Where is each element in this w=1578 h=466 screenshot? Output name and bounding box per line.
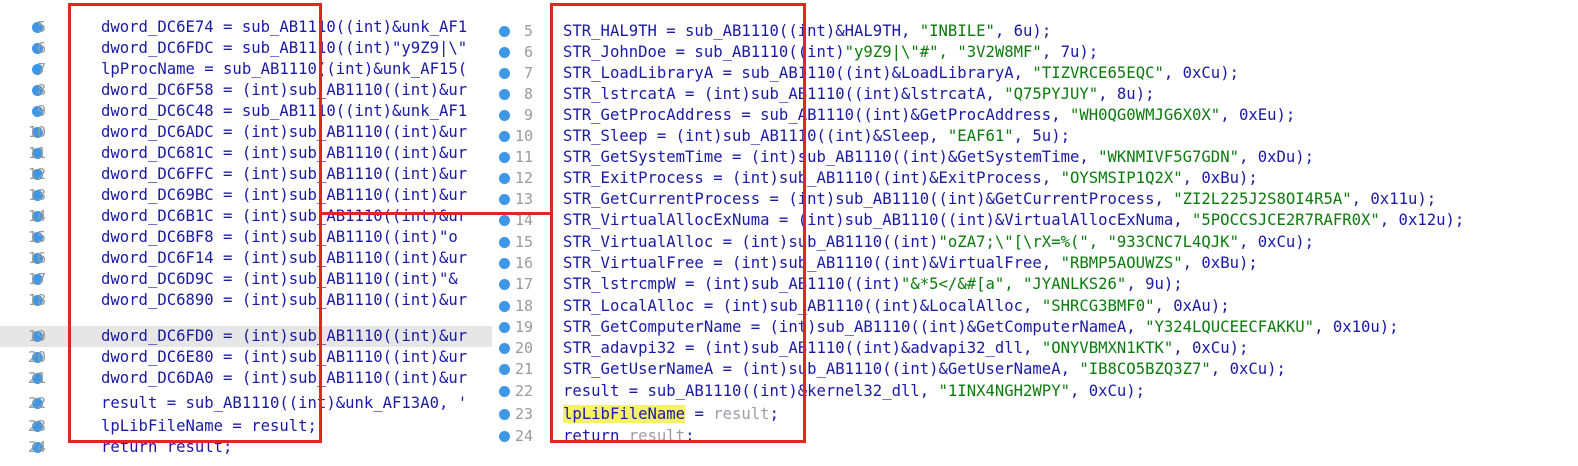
string-literal: "IB8CO5BZQ3Z7"	[1079, 360, 1211, 378]
line-number: 15	[27, 228, 46, 246]
line-number: 10	[27, 123, 46, 141]
line-number: 6	[36, 39, 46, 57]
line-number: 10	[514, 127, 533, 145]
line-number: 24	[27, 438, 46, 456]
line-number: 9	[36, 102, 46, 120]
line-number: 20	[27, 348, 46, 366]
line-number: 19	[27, 327, 46, 345]
line-number: 16	[514, 254, 533, 272]
annotation-frame-right	[550, 3, 806, 443]
line-number: 23	[514, 405, 533, 423]
line-number: 14	[27, 207, 46, 225]
string-literal: "WKNMIVF5G7GDN"	[1098, 148, 1239, 166]
line-number: 15	[514, 233, 533, 251]
line-number: 11	[27, 144, 46, 162]
line-number: 19	[514, 318, 533, 336]
line-number: 5	[523, 22, 533, 40]
line-number: 7	[523, 64, 533, 82]
line-number: 8	[36, 81, 46, 99]
line-number: 22	[27, 394, 46, 412]
line-number: 24	[514, 427, 533, 445]
line-number: 17	[514, 275, 533, 293]
string-literal: "TIZVRCE65EQC"	[1032, 64, 1164, 82]
line-number: 7	[36, 60, 46, 78]
string-literal: "oZA7;\"[\rX=%(", "933CNC7L4QJK"	[938, 233, 1239, 251]
line-number: 21	[27, 369, 46, 387]
line-number: 11	[514, 148, 533, 166]
string-literal: "Q75PYJUY"	[1004, 85, 1099, 103]
string-literal: "OYSMSIP1Q2X"	[1060, 169, 1183, 187]
line-number: 20	[514, 339, 533, 357]
string-literal: "5POCCSJCE2R7RAFR0X"	[1192, 211, 1380, 229]
line-number: 13	[514, 190, 533, 208]
string-literal: "Y324LQUCEECFAKKU"	[1145, 318, 1315, 336]
line-number: 16	[27, 249, 46, 267]
line-number: 12	[514, 169, 533, 187]
string-literal: "WH0QG0WMJG6X0X"	[1069, 106, 1221, 124]
string-literal: "RBMP5AOUWZS"	[1060, 254, 1183, 272]
string-literal: "INBILE"	[919, 22, 995, 40]
annotation-connector	[319, 212, 553, 226]
string-literal: "ZI2L225J2S8OI4R5A"	[1173, 190, 1352, 208]
line-number: 23	[27, 417, 46, 435]
line-number: 18	[514, 297, 533, 315]
line-number: 5	[36, 18, 46, 36]
string-literal: "ONYVBMXN1KTK"	[1041, 339, 1174, 357]
line-number: 21	[514, 360, 533, 378]
string-literal: "EAF61"	[947, 127, 1014, 145]
string-literal: "&*5</&#[a", "JYANLKS26"	[900, 275, 1127, 293]
line-number: 9	[523, 106, 533, 124]
line-number: 13	[27, 186, 46, 204]
line-number: 6	[523, 43, 533, 61]
string-literal: "y9Z9|\"#", "3V2W8MF"	[844, 43, 1042, 61]
line-number: 22	[514, 382, 533, 400]
string-literal: "SHRCG3BMF0"	[1041, 297, 1155, 315]
line-number: 17	[27, 270, 46, 288]
string-literal: "1INX4NGH2WPY"	[938, 382, 1070, 400]
line-number: 12	[27, 165, 46, 183]
line-number: 8	[523, 85, 533, 103]
annotation-frame-left	[68, 3, 322, 443]
line-number: 18	[27, 291, 46, 309]
